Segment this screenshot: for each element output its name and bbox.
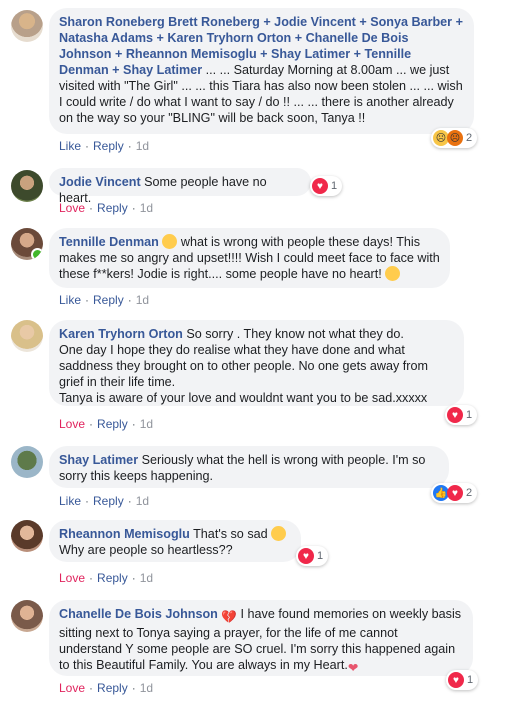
love-button[interactable]: Love xyxy=(59,201,85,215)
reaction-count: 1 xyxy=(331,180,338,192)
reaction-summary[interactable]: ♥ 1 xyxy=(446,670,479,690)
comment-bubble: Rheannon Memisoglu That's so sad Why are… xyxy=(49,520,301,562)
avatar[interactable] xyxy=(11,446,43,478)
reaction-summary[interactable]: 👍 ♥ 2 xyxy=(431,483,478,503)
heart-reaction-icon: ♥ xyxy=(448,672,464,688)
comment-author[interactable]: Shay Latimer xyxy=(59,453,138,467)
comment-bubble: Jodie Vincent Some people have no heart. xyxy=(49,168,311,205)
avatar[interactable] xyxy=(11,10,43,42)
like-button[interactable]: Like xyxy=(59,494,81,508)
reply-button[interactable]: Reply xyxy=(93,293,124,307)
online-status-indicator xyxy=(31,248,43,260)
comment-actions: Love · Reply · 1d xyxy=(59,417,154,431)
timestamp[interactable]: 1d xyxy=(136,494,149,508)
reaction-count: 1 xyxy=(466,409,473,421)
reply-button[interactable]: Reply xyxy=(93,494,124,508)
disappointed-face-icon xyxy=(385,266,401,281)
love-button[interactable]: Love xyxy=(59,571,85,585)
comment-actions: Love · Reply · 1d xyxy=(59,201,154,215)
like-button[interactable]: Like xyxy=(59,293,81,307)
timestamp[interactable]: 1d xyxy=(140,201,153,215)
reaction-count: 2 xyxy=(466,132,473,144)
love-button[interactable]: Love xyxy=(59,681,85,695)
comment-author[interactable]: Rheannon Memisoglu xyxy=(59,527,190,541)
heart-reaction-icon: ♥ xyxy=(312,178,328,194)
heart-reaction-icon: ♥ xyxy=(298,548,314,564)
sad-face-icon xyxy=(162,234,178,249)
comment-bubble: Shay Latimer Seriously what the hell is … xyxy=(49,446,449,488)
comment-actions: Like · Reply · 1d xyxy=(59,139,150,153)
timestamp[interactable]: 1d xyxy=(140,417,153,431)
comment-bubble: Tennille Denman what is wrong with peopl… xyxy=(49,228,450,288)
reply-button[interactable]: Reply xyxy=(97,681,128,695)
comment-bubble: Chanelle De Bois Johnson 💔 I have found … xyxy=(49,600,473,676)
reply-button[interactable]: Reply xyxy=(93,139,124,153)
avatar[interactable] xyxy=(11,320,43,352)
heart-reaction-icon: ♥ xyxy=(447,407,463,423)
comment-bubble: Sharon Roneberg Brett Roneberg + Jodie V… xyxy=(49,8,474,134)
timestamp[interactable]: 1d xyxy=(140,681,153,695)
love-button[interactable]: Love xyxy=(59,417,85,431)
comment-actions: Like · Reply · 1d xyxy=(59,494,150,508)
reaction-summary[interactable]: ♥ 1 xyxy=(445,405,478,425)
avatar[interactable] xyxy=(11,228,43,260)
comment-author[interactable]: Chanelle De Bois Johnson xyxy=(59,607,218,621)
comment-author[interactable]: Karen Tryhorn Orton xyxy=(59,327,183,341)
comment-bubble: Karen Tryhorn Orton So sorry . They know… xyxy=(49,320,464,406)
comment-actions: Love · Reply · 1d xyxy=(59,571,154,585)
angry-reaction-icon: ☹ xyxy=(447,130,463,146)
timestamp[interactable]: 1d xyxy=(136,293,149,307)
disappointed-face-icon xyxy=(271,526,287,541)
reaction-count: 1 xyxy=(467,674,474,686)
comment-text-line-2: Why are people so heartless?? xyxy=(59,543,233,557)
comment-text: That's so sad xyxy=(189,527,272,541)
like-button[interactable]: Like xyxy=(59,139,81,153)
timestamp[interactable]: 1d xyxy=(136,139,149,153)
broken-heart-icon: 💔 xyxy=(221,610,238,624)
comment-author[interactable]: Tennille Denman xyxy=(59,235,159,249)
avatar[interactable] xyxy=(11,600,43,632)
comment-actions: Love · Reply · 1d xyxy=(59,681,154,695)
comment-author[interactable]: Jodie Vincent xyxy=(59,175,141,189)
reaction-summary[interactable]: ☹ ☹ 2 xyxy=(431,128,478,148)
reaction-summary[interactable]: ♥ 1 xyxy=(310,176,343,196)
heart-reaction-icon: ♥ xyxy=(447,485,463,501)
comment-author[interactable]: Sharon Roneberg xyxy=(59,15,165,29)
heart-emoji-icon: ❤ xyxy=(347,661,359,675)
avatar[interactable] xyxy=(11,170,43,202)
reaction-count: 2 xyxy=(466,487,473,499)
timestamp[interactable]: 1d xyxy=(140,571,153,585)
reaction-count: 1 xyxy=(317,550,324,562)
avatar[interactable] xyxy=(11,520,43,552)
comment-actions: Like · Reply · 1d xyxy=(59,293,150,307)
reply-button[interactable]: Reply xyxy=(97,417,128,431)
reaction-summary[interactable]: ♥ 1 xyxy=(296,546,329,566)
reply-button[interactable]: Reply xyxy=(97,571,128,585)
reply-button[interactable]: Reply xyxy=(97,201,128,215)
